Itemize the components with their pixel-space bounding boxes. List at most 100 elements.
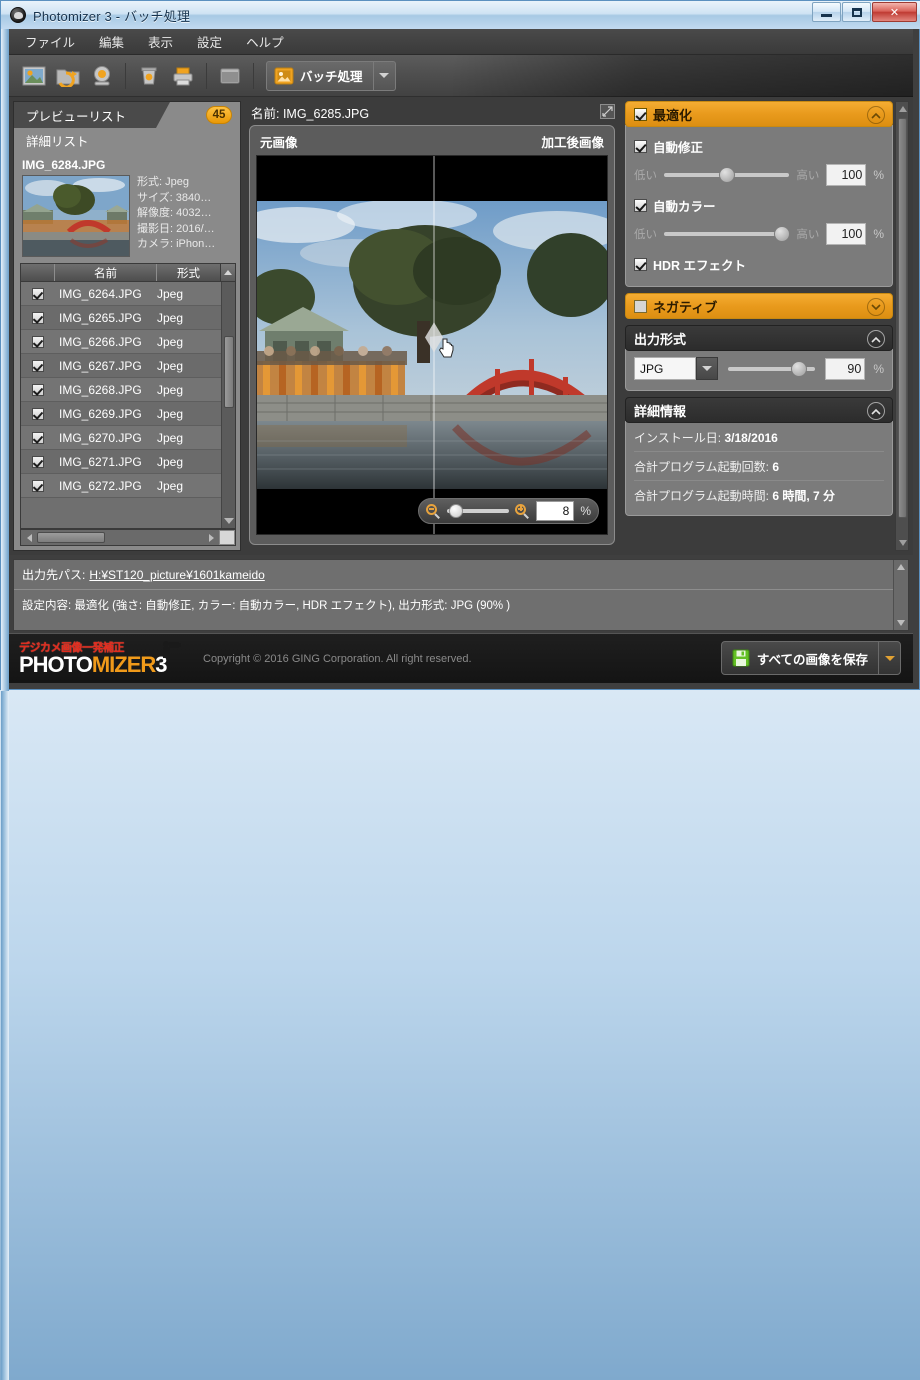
- table-row[interactable]: IMG_6268.JPG Jpeg: [21, 378, 235, 402]
- scrollbar-thumb[interactable]: [898, 118, 907, 518]
- chevron-up-icon[interactable]: [897, 564, 905, 570]
- scroll-right-button[interactable]: [203, 533, 219, 542]
- chevron-up-icon[interactable]: [867, 402, 885, 420]
- file-name: IMG_6267.JPG: [59, 358, 142, 373]
- auto-color-row[interactable]: 自動カラー: [634, 196, 884, 215]
- settings-panel-scrollbar[interactable]: [895, 101, 909, 551]
- file-list-vertical-scrollbar[interactable]: [221, 282, 235, 528]
- zoom-slider[interactable]: [447, 504, 510, 518]
- table-row[interactable]: IMG_6272.JPG Jpeg: [21, 474, 235, 498]
- column-header-type[interactable]: 形式: [157, 264, 221, 281]
- chevron-down-icon[interactable]: [224, 518, 234, 524]
- slider-thumb[interactable]: [719, 167, 736, 183]
- bottom-info-scrollbar[interactable]: [893, 560, 908, 630]
- file-list[interactable]: IMG_6264.JPG Jpeg IMG_6265.JPG Jpeg IMG_…: [20, 282, 236, 529]
- zoom-value-input[interactable]: 8: [536, 501, 575, 521]
- tab-detail-list[interactable]: 詳細リスト: [14, 128, 240, 152]
- slider-thumb[interactable]: [774, 226, 791, 242]
- zoom-out-icon[interactable]: [426, 503, 441, 519]
- batch-dropdown-button[interactable]: [372, 60, 395, 91]
- auto-color-checkbox[interactable]: [634, 199, 647, 212]
- auto-correct-row[interactable]: 自動修正: [634, 137, 884, 156]
- file-checkbox[interactable]: [21, 335, 55, 348]
- column-header-check[interactable]: [21, 264, 55, 281]
- window-button[interactable]: [215, 61, 245, 91]
- split-handle[interactable]: [425, 322, 443, 353]
- open-folder-button[interactable]: [53, 61, 83, 91]
- webcam-button[interactable]: [87, 61, 117, 91]
- file-checkbox[interactable]: [21, 287, 55, 300]
- file-checkbox[interactable]: [21, 431, 55, 444]
- menu-file[interactable]: ファイル: [23, 30, 77, 53]
- table-row[interactable]: IMG_6271.JPG Jpeg: [21, 450, 235, 474]
- output-path-link[interactable]: H:¥ST120_picture¥1601kameido: [89, 568, 264, 582]
- file-checkbox[interactable]: [21, 359, 55, 372]
- output-format-dropdown-button[interactable]: [696, 357, 718, 380]
- section-output-format-header[interactable]: 出力形式: [625, 325, 893, 351]
- hscroll-track[interactable]: [37, 532, 203, 543]
- table-row[interactable]: IMG_6265.JPG Jpeg: [21, 306, 235, 330]
- resize-grip[interactable]: [219, 530, 235, 545]
- file-list-horizontal-scrollbar[interactable]: [20, 529, 236, 546]
- chevron-down-icon[interactable]: [897, 620, 905, 626]
- image-viewer: 元画像 加工後画像 8 %: [249, 125, 615, 545]
- output-format-select[interactable]: JPG: [634, 357, 696, 380]
- auto-color-value-input[interactable]: 100: [826, 223, 867, 245]
- scrollbar-thumb[interactable]: [224, 336, 234, 408]
- file-checkbox[interactable]: [21, 311, 55, 324]
- slider-thumb[interactable]: [790, 360, 807, 377]
- quality-value-input[interactable]: 90: [825, 357, 866, 380]
- chevron-down-icon[interactable]: [899, 540, 907, 546]
- batch-process-button[interactable]: バッチ処理: [266, 60, 396, 91]
- tab-preview-list[interactable]: プレビューリスト: [14, 102, 170, 128]
- section-optimize-header[interactable]: 最適化: [625, 101, 893, 127]
- preview-thumbnail[interactable]: [22, 175, 130, 257]
- file-checkbox[interactable]: [21, 383, 55, 396]
- negative-checkbox[interactable]: [634, 299, 647, 313]
- menu-settings[interactable]: 設定: [195, 30, 224, 53]
- chevron-up-icon[interactable]: [899, 106, 907, 112]
- hdr-effect-checkbox[interactable]: [634, 258, 647, 271]
- optimize-checkbox[interactable]: [634, 107, 647, 121]
- image-canvas[interactable]: 8 %: [256, 155, 608, 535]
- maximize-button[interactable]: [842, 2, 871, 22]
- table-row[interactable]: IMG_6266.JPG Jpeg: [21, 330, 235, 354]
- list-scroll-up-button[interactable]: [220, 263, 236, 282]
- expand-icon[interactable]: [600, 104, 615, 119]
- file-checkbox[interactable]: [21, 455, 55, 468]
- print-button[interactable]: [168, 61, 198, 91]
- menu-edit[interactable]: 編集: [97, 30, 126, 53]
- open-image-button[interactable]: [19, 61, 49, 91]
- chevron-down-icon[interactable]: [867, 298, 885, 316]
- zoom-slider-thumb[interactable]: [449, 504, 464, 518]
- save-disk-icon: [732, 649, 750, 667]
- quality-slider[interactable]: [728, 360, 816, 377]
- auto-correct-slider[interactable]: [664, 167, 790, 183]
- table-row[interactable]: IMG_6267.JPG Jpeg: [21, 354, 235, 378]
- section-details-header[interactable]: 詳細情報: [625, 397, 893, 423]
- hdr-effect-row[interactable]: HDR エフェクト: [634, 255, 884, 274]
- chevron-up-icon[interactable]: [867, 330, 885, 348]
- minimize-button[interactable]: [812, 2, 841, 22]
- auto-correct-value-input[interactable]: 100: [826, 164, 867, 186]
- scrollbar-thumb[interactable]: [37, 532, 105, 543]
- table-row[interactable]: IMG_6264.JPG Jpeg: [21, 282, 235, 306]
- menu-help[interactable]: ヘルプ: [244, 30, 286, 53]
- section-negative-header[interactable]: ネガティブ: [625, 293, 893, 319]
- save-dropdown-button[interactable]: [878, 642, 900, 674]
- save-all-button[interactable]: すべての画像を保存: [720, 641, 901, 675]
- trash-button[interactable]: [134, 61, 164, 91]
- image-split-divider[interactable]: [425, 156, 443, 534]
- auto-correct-checkbox[interactable]: [634, 140, 647, 153]
- close-button[interactable]: ✕: [872, 2, 917, 22]
- file-checkbox[interactable]: [21, 479, 55, 492]
- file-checkbox[interactable]: [21, 407, 55, 420]
- auto-color-slider[interactable]: [664, 226, 791, 242]
- column-header-name[interactable]: 名前: [55, 264, 157, 281]
- menu-view[interactable]: 表示: [146, 30, 175, 53]
- chevron-up-icon[interactable]: [867, 106, 885, 124]
- zoom-in-icon[interactable]: [515, 503, 530, 519]
- table-row[interactable]: IMG_6270.JPG Jpeg: [21, 426, 235, 450]
- table-row[interactable]: IMG_6269.JPG Jpeg: [21, 402, 235, 426]
- scroll-left-button[interactable]: [21, 533, 37, 542]
